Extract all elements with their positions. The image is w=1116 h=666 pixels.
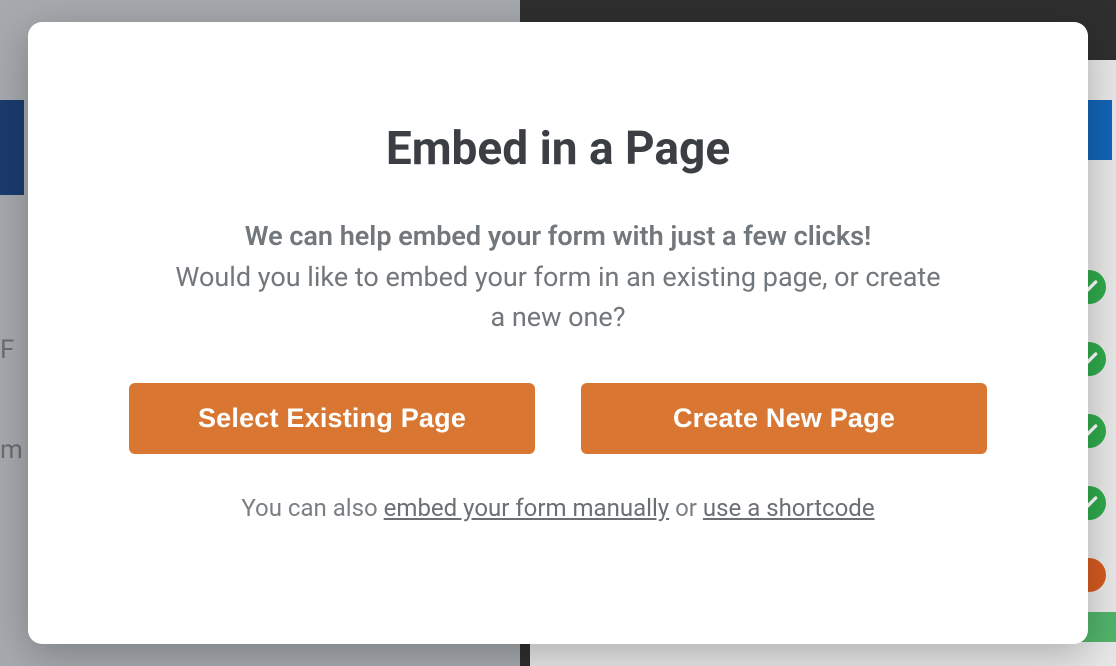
use-shortcode-link[interactable]: use a shortcode xyxy=(703,494,875,522)
bg-blue-bar xyxy=(0,100,24,195)
bg-text-fragment: F xyxy=(0,335,14,365)
footer-middle: or xyxy=(669,494,703,522)
modal-title: Embed in a Page xyxy=(386,122,730,176)
modal-button-row: Select Existing Page Create New Page xyxy=(128,383,988,454)
embed-manually-link[interactable]: embed your form manually xyxy=(384,494,669,522)
create-new-page-button[interactable]: Create New Page xyxy=(581,383,987,454)
embed-modal: Embed in a Page We can help embed your f… xyxy=(28,22,1088,644)
bg-text-fragment: m xyxy=(0,435,23,465)
modal-footer-text: You can also embed your form manually or… xyxy=(241,494,874,522)
footer-prefix: You can also xyxy=(241,494,383,522)
select-existing-page-button[interactable]: Select Existing Page xyxy=(129,383,535,454)
modal-subtitle-bold: We can help embed your form with just a … xyxy=(245,216,871,257)
modal-subtitle-regular: Would you like to embed your form in an … xyxy=(168,257,948,338)
